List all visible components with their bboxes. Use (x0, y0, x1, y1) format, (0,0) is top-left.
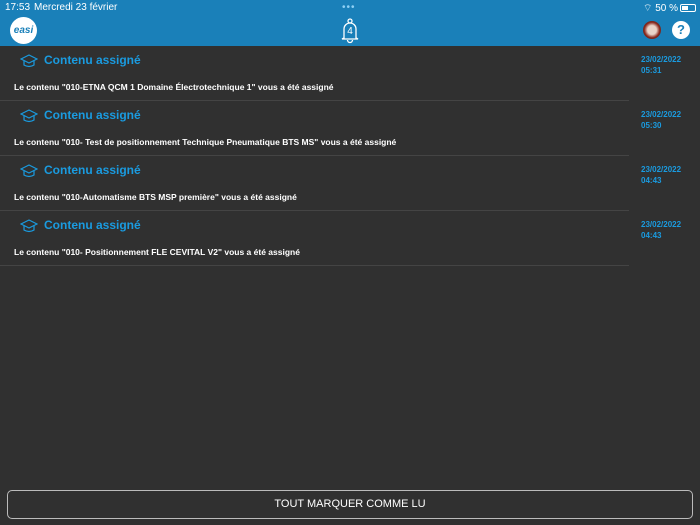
notification-date: 23/02/2022 (641, 165, 682, 174)
notification-item[interactable]: Contenu assigné Le contenu "010-ETNA QCM… (0, 46, 629, 101)
battery-percent: 50 % (655, 3, 678, 14)
notification-time: 04:43 (641, 231, 662, 240)
notification-body: Le contenu "010- Positionnement FLE CEVI… (14, 247, 300, 257)
graduation-cap-icon (20, 54, 38, 68)
easi-logo[interactable]: easi (10, 17, 37, 44)
notification-count: 4 (347, 26, 353, 37)
notification-time: 05:30 (641, 121, 662, 130)
wifi-battery-status: ⌔ 50 % (643, 3, 678, 14)
avatar[interactable] (643, 21, 661, 39)
status-date: Mercredi 23 février (34, 2, 118, 13)
notification-body: Le contenu "010-ETNA QCM 1 Domaine Élect… (14, 82, 334, 92)
notification-date: 23/02/2022 (641, 110, 682, 119)
notification-title: Contenu assigné (44, 218, 141, 232)
graduation-cap-icon (20, 109, 38, 123)
notification-timestamp: 23/02/2022 04:43 (641, 219, 681, 241)
notification-time: 04:43 (641, 176, 662, 185)
help-button[interactable]: ? (672, 21, 690, 39)
notifications-bell-button[interactable]: 4 (338, 18, 362, 44)
notification-title: Contenu assigné (44, 163, 141, 177)
notification-item[interactable]: Contenu assigné Le contenu "010- Positio… (0, 211, 629, 266)
notification-title: Contenu assigné (44, 108, 141, 122)
notification-date: 23/02/2022 (641, 220, 682, 229)
graduation-cap-icon (20, 164, 38, 178)
battery-icon (680, 4, 696, 12)
graduation-cap-icon (20, 219, 38, 233)
notification-timestamp: 23/02/2022 04:43 (641, 164, 681, 186)
status-time: 17:53 (5, 2, 31, 13)
notification-body: Le contenu "010- Test de positionnement … (14, 137, 397, 147)
app-header: 17:53 Mercredi 23 février ••• ⌔ 50 % eas… (0, 0, 700, 46)
notification-title: Contenu assigné (44, 53, 141, 67)
notification-item[interactable]: Contenu assigné Le contenu "010-Automati… (0, 156, 629, 211)
notification-item[interactable]: Contenu assigné Le contenu "010- Test de… (0, 101, 629, 156)
notification-time: 05:31 (641, 66, 662, 75)
notification-timestamp: 23/02/2022 05:30 (641, 109, 681, 131)
mark-all-read-button[interactable]: TOUT MARQUER COMME LU (7, 490, 693, 519)
notification-timestamp: 23/02/2022 05:31 (641, 54, 681, 76)
notification-date: 23/02/2022 (641, 55, 682, 64)
multitask-dots-icon[interactable]: ••• (342, 2, 356, 13)
notification-body: Le contenu "010-Automatisme BTS MSP prem… (14, 192, 297, 202)
